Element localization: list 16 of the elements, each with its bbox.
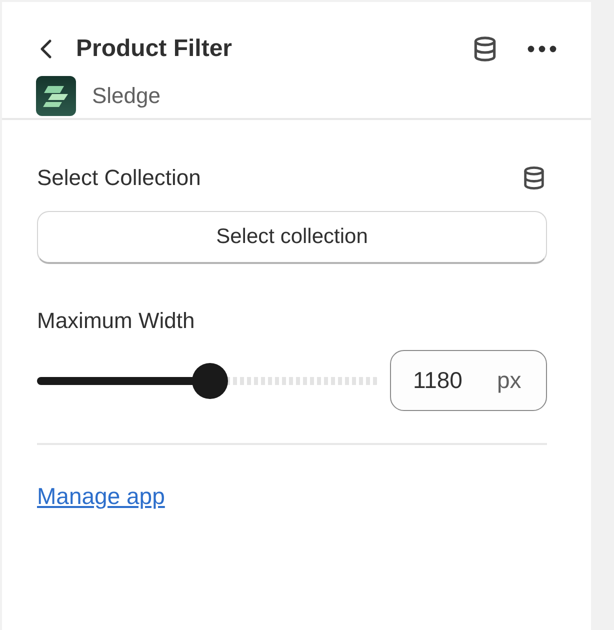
database-icon [521, 165, 547, 191]
more-icon [527, 45, 557, 53]
width-value-input[interactable]: 1180 [413, 367, 473, 394]
field-label: Select Collection [37, 165, 201, 191]
app-name: Sledge [92, 83, 161, 109]
field-label: Maximum Width [37, 308, 195, 334]
app-logo-icon [36, 76, 76, 116]
width-slider[interactable] [37, 362, 380, 398]
unit-label: px [497, 367, 522, 394]
manage-app-link[interactable]: Manage app [37, 483, 165, 510]
slider-track[interactable] [37, 376, 380, 384]
select-collection-button[interactable]: Select collection [37, 211, 547, 264]
width-input-field[interactable]: 1180 px [390, 350, 547, 411]
more-button[interactable] [527, 45, 557, 53]
slider-thumb[interactable] [192, 362, 228, 398]
panel-title: Product Filter [76, 35, 234, 63]
